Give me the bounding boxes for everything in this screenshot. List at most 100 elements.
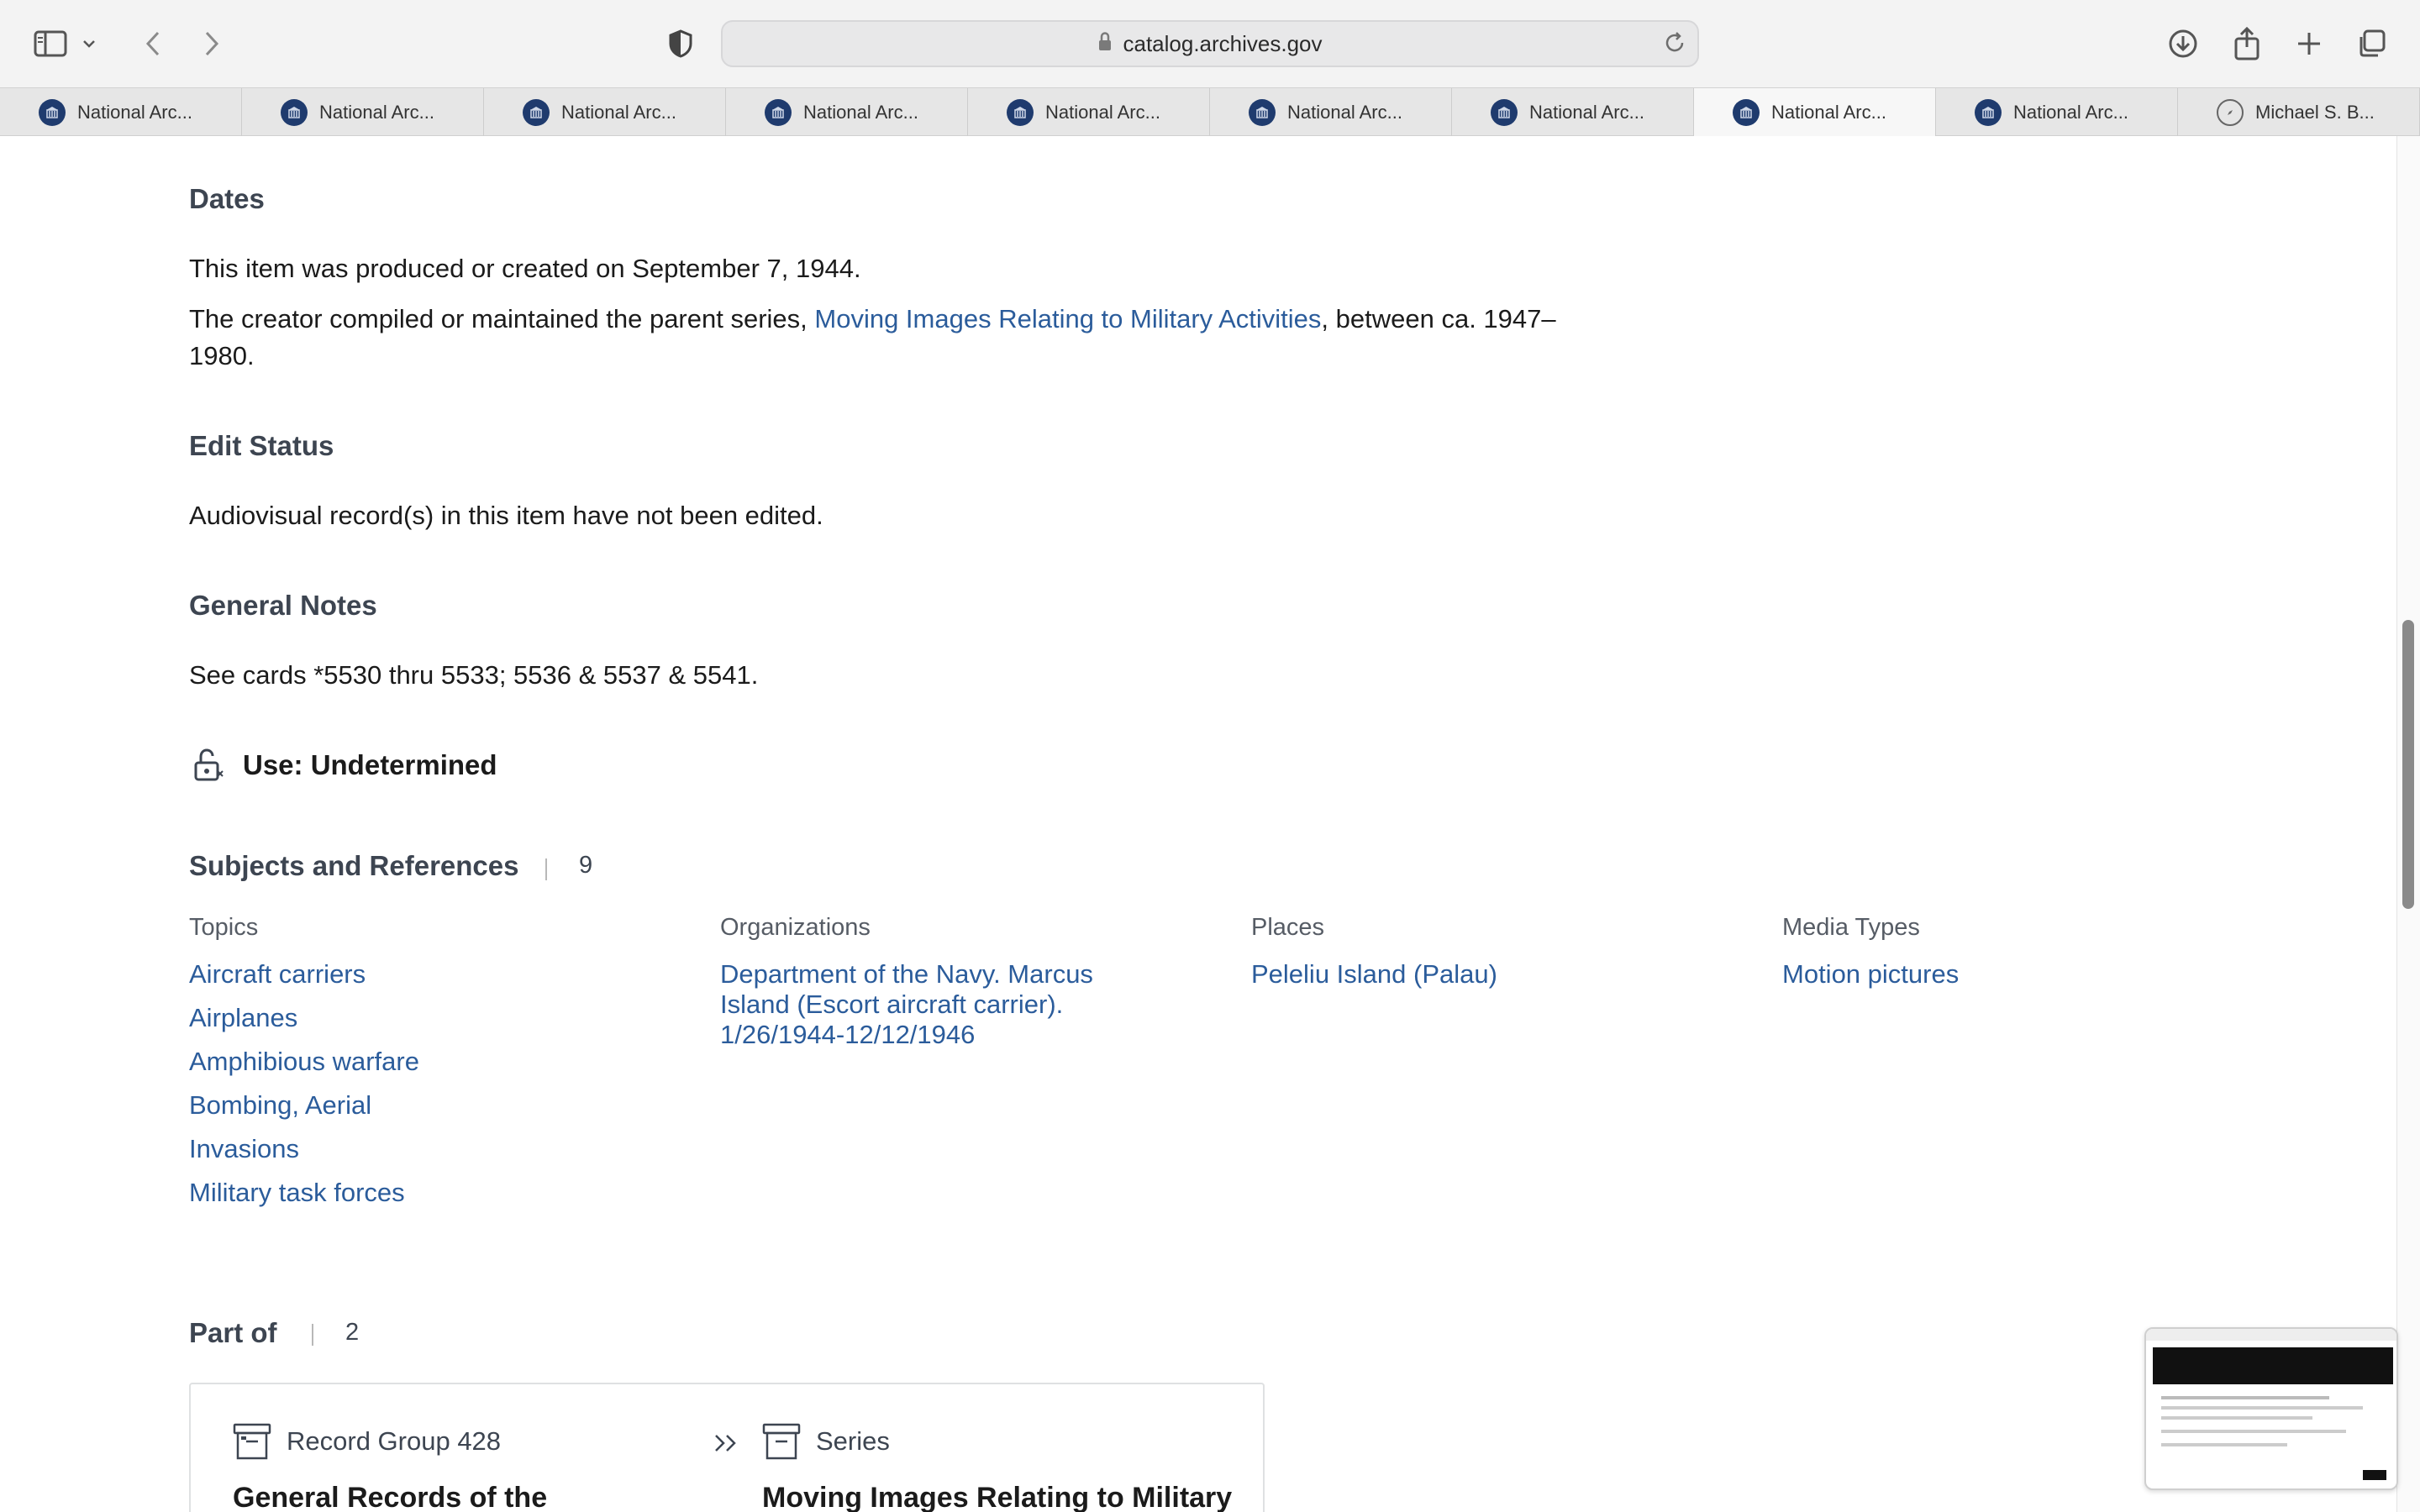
organizations-heading: Organizations <box>720 914 871 941</box>
record-group-title[interactable]: General Records of the <box>233 1482 547 1512</box>
topic-link[interactable]: Amphibious warfare <box>189 1047 419 1077</box>
tab-label: National Arc... <box>319 101 434 123</box>
tab-label: National Arc... <box>561 101 676 123</box>
part-of-count: 2 <box>345 1319 360 1346</box>
tab-label: National Arc... <box>1771 101 1886 123</box>
dates-series-prefix: The creator compiled or maintained the p… <box>189 304 815 333</box>
browser-tab[interactable]: National Arc... <box>0 88 242 136</box>
new-tab-icon[interactable] <box>2286 20 2333 67</box>
general-notes-text: See cards *5530 thru 5533; 5536 & 5537 &… <box>189 660 759 690</box>
thumbnail-badge <box>2363 1470 2386 1480</box>
thumbnail-line <box>2161 1416 2312 1420</box>
thumbnail-line <box>2161 1396 2329 1399</box>
archives-favicon-icon <box>281 98 308 126</box>
topic-link[interactable]: Airplanes <box>189 1003 297 1033</box>
dates-series-end: 1980. <box>189 341 255 370</box>
reload-icon[interactable] <box>1662 30 1687 60</box>
sidebar-toggle-icon[interactable] <box>27 20 74 67</box>
archives-favicon-icon <box>1975 98 2002 126</box>
edit-status-text: Audiovisual record(s) in this item have … <box>189 501 823 530</box>
share-icon[interactable] <box>2223 20 2270 67</box>
subjects-count: 9 <box>579 852 593 879</box>
record-details: Dates This item was produced or created … <box>189 136 2374 1512</box>
media-type-link[interactable]: Motion pictures <box>1782 959 1959 990</box>
tab-label: National Arc... <box>77 101 192 123</box>
screenshot-thumbnail[interactable] <box>2144 1327 2398 1490</box>
record-group-icon <box>233 1423 271 1464</box>
browser-toolbar: catalog.archives.gov <box>0 0 2420 87</box>
thumbnail-line <box>2161 1430 2346 1433</box>
organization-line-3: 1/26/1944-12/12/1946 <box>720 1020 976 1049</box>
privacy-shield-icon[interactable] <box>657 20 704 67</box>
tab-label: National Arc... <box>1529 101 1644 123</box>
archives-favicon-icon <box>765 98 792 126</box>
tab-label: National Arc... <box>803 101 918 123</box>
lock-icon <box>1097 31 1113 56</box>
downloads-icon[interactable] <box>2160 20 2207 67</box>
tab-label: National Arc... <box>1045 101 1160 123</box>
thumbnail-header <box>2153 1347 2393 1384</box>
part-of-divider <box>312 1324 313 1346</box>
subjects-divider <box>545 858 547 880</box>
dates-heading: Dates <box>189 183 265 214</box>
thumbnail-line <box>2161 1406 2363 1410</box>
browser-tab[interactable]: National Arc... <box>484 88 726 136</box>
browser-tab[interactable]: National Arc... <box>1936 88 2178 136</box>
topic-link[interactable]: Military task forces <box>189 1178 405 1208</box>
series-title[interactable]: Moving Images Relating to Military <box>762 1482 1232 1512</box>
topics-heading: Topics <box>189 914 259 941</box>
place-link[interactable]: Peleliu Island (Palau) <box>1251 959 1497 990</box>
archives-favicon-icon <box>1491 98 1518 126</box>
organization-link[interactable]: Department of the Navy. Marcus Island (E… <box>720 959 1093 1050</box>
tab-label: Michael S. B... <box>2255 101 2375 123</box>
use-status-label: Use: Undetermined <box>243 749 497 780</box>
url-text: catalog.archives.gov <box>1123 30 1323 56</box>
record-group-label: Record Group 428 <box>287 1426 502 1456</box>
browser-tab[interactable]: Michael S. B... <box>2178 88 2420 136</box>
browser-tab[interactable]: National Arc... <box>1694 88 1936 136</box>
organization-line-2: Island (Escort aircraft carrier). <box>720 990 1064 1019</box>
dates-produced-text: This item was produced or created on Sep… <box>189 254 861 283</box>
address-bar[interactable]: catalog.archives.gov <box>721 20 1699 67</box>
parent-series-link[interactable]: Moving Images Relating to Military Activ… <box>814 304 1321 333</box>
browser-tab[interactable]: National Arc... <box>726 88 968 136</box>
tab-bar: National Arc... National Arc... National A… <box>0 87 2420 136</box>
topic-link[interactable]: Bombing, Aerial <box>189 1090 371 1121</box>
tab-overview-icon[interactable] <box>2348 20 2395 67</box>
dates-series-suffix: , between ca. 1947– <box>1321 304 1556 333</box>
browser-tab[interactable]: National Arc... <box>968 88 1210 136</box>
places-heading: Places <box>1251 914 1325 941</box>
compass-icon <box>2217 98 2244 126</box>
unlocked-padlock-icon <box>192 748 226 787</box>
organization-line-1: Department of the Navy. Marcus <box>720 959 1093 989</box>
scrollbar-thumb[interactable] <box>2402 620 2414 909</box>
double-chevron-right-icon <box>713 1433 740 1457</box>
media-types-heading: Media Types <box>1782 914 1920 941</box>
hierarchy-card[interactable]: Record Group 428 General Records of the … <box>189 1383 1265 1512</box>
part-of-heading: Part of <box>189 1317 277 1348</box>
subjects-heading: Subjects and References <box>189 850 519 881</box>
archives-favicon-icon <box>1249 98 1276 126</box>
tab-label: National Arc... <box>1287 101 1402 123</box>
archives-favicon-icon <box>1733 98 1760 126</box>
series-label: Series <box>816 1426 890 1456</box>
topic-link[interactable]: Aircraft carriers <box>189 959 366 990</box>
chevron-down-icon[interactable] <box>74 20 104 67</box>
series-box-icon <box>762 1423 801 1464</box>
archives-favicon-icon <box>523 98 550 126</box>
browser-tab[interactable]: National Arc... <box>242 88 484 136</box>
browser-tab[interactable]: National Arc... <box>1210 88 1452 136</box>
archives-favicon-icon <box>39 98 66 126</box>
archives-favicon-icon <box>1007 98 1034 126</box>
dates-series-text: The creator compiled or maintained the p… <box>189 301 1556 338</box>
page-scrollbar[interactable] <box>2396 136 2420 1512</box>
forward-icon[interactable] <box>188 20 235 67</box>
general-notes-heading: General Notes <box>189 590 377 621</box>
back-icon[interactable] <box>129 20 176 67</box>
edit-status-heading: Edit Status <box>189 430 334 461</box>
thumbnail-line <box>2161 1443 2287 1446</box>
thumbnail-toolbar <box>2146 1329 2396 1341</box>
browser-tab[interactable]: National Arc... <box>1452 88 1694 136</box>
topic-link[interactable]: Invasions <box>189 1134 299 1164</box>
tab-label: National Arc... <box>2013 101 2128 123</box>
